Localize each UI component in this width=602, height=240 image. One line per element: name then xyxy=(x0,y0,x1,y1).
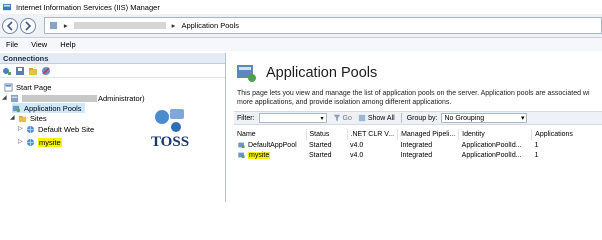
cell-status: Started xyxy=(309,141,332,149)
menu-help[interactable]: Help xyxy=(60,40,75,49)
cell-applications: 1 xyxy=(534,141,539,149)
tree-server[interactable]: ◢ Administrator) xyxy=(2,93,145,103)
server-name-blurred xyxy=(22,94,97,102)
group-by-select[interactable]: No Grouping ▾ xyxy=(441,113,528,123)
main-pane: Application Pools This page lets you vie… xyxy=(232,53,602,202)
cell-identity: ApplicationPoolId... xyxy=(461,141,522,149)
tree-start-page[interactable]: Start Page xyxy=(4,82,51,92)
filter-label: Filter: xyxy=(237,114,255,122)
dropdown-arrow-icon[interactable]: ▾ xyxy=(320,115,323,122)
menu-bar: File View Help xyxy=(0,38,602,51)
breadcrumb-app-pools[interactable]: Application Pools xyxy=(181,21,239,30)
menu-file[interactable]: File xyxy=(6,40,18,49)
cell-pipeline: Integrated xyxy=(400,141,433,149)
expand-icon[interactable]: ▷ xyxy=(18,126,24,132)
cell-identity: ApplicationPoolId... xyxy=(461,151,522,159)
column-header-name[interactable]: Name xyxy=(234,129,307,140)
start-page-icon xyxy=(4,82,13,92)
collapse-icon[interactable]: ◢ xyxy=(10,115,16,121)
cell-clr: v4.0 xyxy=(350,151,364,159)
breadcrumb-server[interactable] xyxy=(73,22,166,29)
column-header-status[interactable]: Status xyxy=(306,129,348,140)
table-row[interactable]: DefaultAppPool Started v4.0 Integrated A… xyxy=(234,140,592,150)
menu-view[interactable]: View xyxy=(31,40,47,49)
globe-icon xyxy=(26,125,35,133)
forward-button[interactable] xyxy=(19,17,36,34)
column-header-applications[interactable]: Applications xyxy=(532,129,592,140)
address-field[interactable]: ▸ ▸ Application Pools xyxy=(43,17,602,34)
cell-clr: v4.0 xyxy=(350,141,364,149)
logo-text: TOSS xyxy=(151,134,189,150)
tree-sites[interactable]: ◢ Sites xyxy=(10,113,47,123)
connect-icon[interactable] xyxy=(2,66,12,76)
expand-icon[interactable]: ▷ xyxy=(18,139,24,145)
tree-application-pools[interactable]: Application Pools xyxy=(12,103,85,113)
arrow-right-icon xyxy=(25,20,32,31)
connections-header: Connections xyxy=(0,53,225,64)
arrow-left-icon xyxy=(6,20,13,31)
dropdown-arrow-icon[interactable]: ▾ xyxy=(521,114,525,122)
page-title: Application Pools xyxy=(236,63,377,83)
connections-toolbar xyxy=(0,64,225,78)
tree-mysite[interactable]: ▷ mysite xyxy=(18,137,62,147)
breadcrumb-separator: ▸ xyxy=(171,21,176,30)
application-pools-icon xyxy=(237,65,256,82)
filter-input[interactable]: ▾ xyxy=(258,113,327,123)
page-description: This page lets you view and manage the l… xyxy=(237,90,590,106)
iis-app-icon xyxy=(3,3,12,10)
cell-pipeline: Integrated xyxy=(400,151,433,159)
filter-bar: Filter: ▾ Go Show All Group by: No Group… xyxy=(234,111,602,125)
cell-name: mysite xyxy=(234,150,306,160)
funnel-icon xyxy=(333,114,340,122)
app-pool-icon xyxy=(238,142,245,149)
back-button[interactable] xyxy=(2,17,18,34)
toolbar-divider xyxy=(400,113,402,123)
folder-up-icon[interactable] xyxy=(28,66,38,76)
cell-name: DefaultAppPool xyxy=(234,140,306,150)
app-pools-table: Name Status .NET CLR V... Managed Pipeli… xyxy=(234,129,592,160)
group-by-label: Group by: xyxy=(406,114,438,122)
server-icon xyxy=(49,21,58,30)
show-all-button[interactable]: Show All xyxy=(358,114,395,122)
go-button[interactable]: Go xyxy=(333,114,352,122)
cell-applications: 1 xyxy=(534,151,539,159)
table-header-row: Name Status .NET CLR V... Managed Pipeli… xyxy=(234,129,592,140)
column-header-pipeline[interactable]: Managed Pipeli... xyxy=(397,129,460,140)
page-heading: Application Pools xyxy=(266,65,378,81)
collapse-icon[interactable]: ◢ xyxy=(2,95,8,101)
column-header-clr[interactable]: .NET CLR V... xyxy=(347,129,399,140)
show-all-icon xyxy=(358,114,366,122)
tree-default-web-site[interactable]: ▷ Default Web Site xyxy=(18,124,94,134)
toss-logo: TOSS xyxy=(151,109,189,150)
app-pool-icon xyxy=(12,105,21,112)
globe-icon xyxy=(26,138,35,146)
disconnect-icon[interactable] xyxy=(41,66,51,76)
column-header-identity[interactable]: Identity xyxy=(458,129,533,140)
server-icon xyxy=(10,94,19,102)
breadcrumb-separator: ▸ xyxy=(63,21,68,30)
connections-pane: Connections Start Page ◢ Administrator) … xyxy=(0,53,226,202)
title-bar: Internet Information Services (IIS) Mana… xyxy=(0,0,602,14)
save-icon[interactable] xyxy=(15,66,25,76)
app-pool-icon xyxy=(238,152,245,159)
window-title: Internet Information Services (IIS) Mana… xyxy=(16,2,160,12)
address-bar: ▸ ▸ Application Pools xyxy=(0,14,602,38)
sites-folder-icon xyxy=(18,115,27,122)
table-row[interactable]: mysite Started v4.0 Integrated Applicati… xyxy=(234,150,592,160)
cell-status: Started xyxy=(309,151,332,159)
